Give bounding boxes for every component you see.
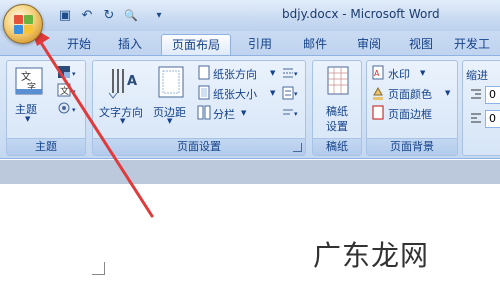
- office-logo-icon: [14, 15, 23, 24]
- annotation-arrow: [30, 26, 154, 218]
- office-button[interactable]: [3, 4, 43, 44]
